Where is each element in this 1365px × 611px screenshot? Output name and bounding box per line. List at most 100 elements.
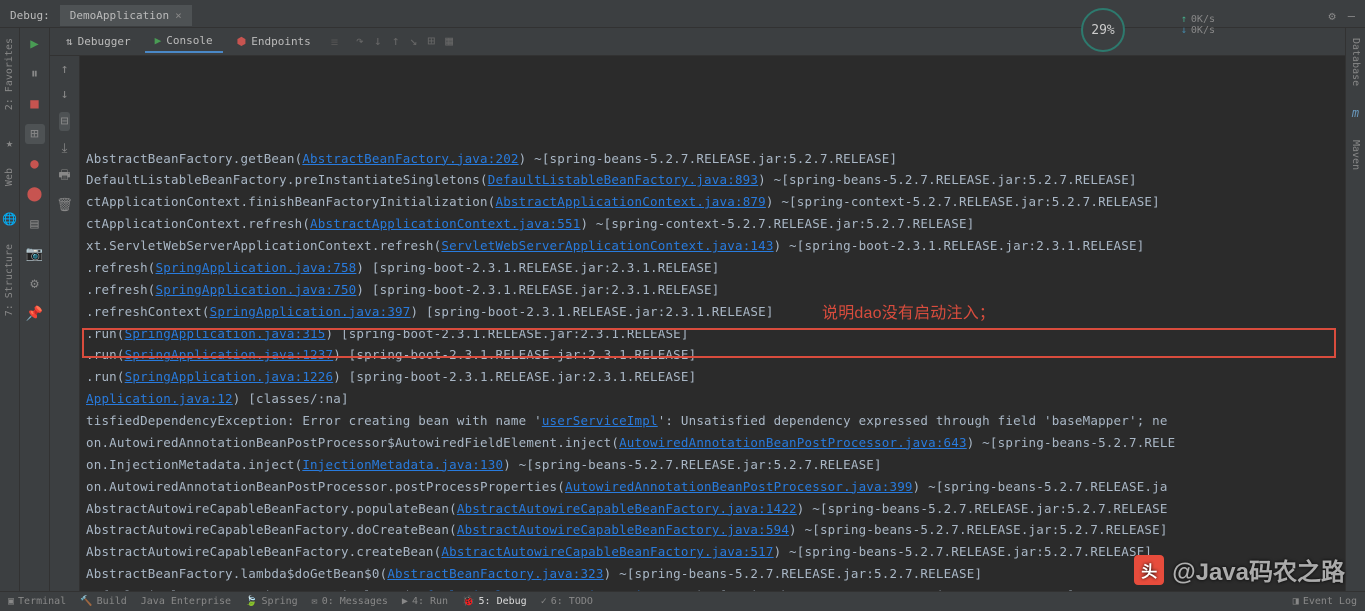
hide-icon[interactable]: — <box>1348 9 1355 23</box>
rerun-icon[interactable]: ▶ <box>25 34 45 54</box>
right-tool-strip: Database m Maven <box>1345 28 1365 595</box>
debug-label: Debug: <box>0 9 60 22</box>
source-link[interactable]: AbstractBeanFactory.java:202 <box>302 151 518 166</box>
star-icon[interactable]: ★ <box>6 136 13 150</box>
close-icon[interactable]: × <box>175 9 182 22</box>
todo-tool[interactable]: ✓ 6: TODO <box>541 596 593 607</box>
source-link[interactable]: SpringApplication.java:1226 <box>125 369 334 384</box>
down-stack-icon[interactable]: ↓ <box>61 87 69 102</box>
gear-icon[interactable]: ⚙ <box>1329 9 1336 23</box>
maven-icon[interactable]: m <box>1352 106 1359 120</box>
stack-trace-line: tisfiedDependencyException: Error creati… <box>86 410 1339 432</box>
soft-wrap-icon[interactable]: ⊟ <box>59 112 71 131</box>
status-bar: ▣ Terminal 🔨 Build Java Enterprise 🍃 Spr… <box>0 591 1365 611</box>
pause-icon[interactable]: ⏸ <box>25 64 45 84</box>
step-into-icon[interactable]: ↓ <box>374 34 382 49</box>
stack-trace-line: ctApplicationContext.refresh(AbstractApp… <box>86 213 1339 235</box>
run-config-tab[interactable]: DemoApplication × <box>60 5 192 26</box>
globe-icon[interactable]: 🌐 <box>2 212 17 226</box>
stack-trace-line: on.InjectionMetadata.inject(InjectionMet… <box>86 454 1339 476</box>
messages-tool[interactable]: ✉ 0: Messages <box>312 596 388 607</box>
source-link[interactable]: Application.java:12 <box>86 391 233 406</box>
stack-trace-line: .refresh(SpringApplication.java:758) [sp… <box>86 257 1339 279</box>
source-link[interactable]: ServletWebServerApplicationContext.java:… <box>441 238 773 253</box>
source-link[interactable]: AbstractAutowireCapableBeanFactory.java:… <box>457 522 789 537</box>
source-link[interactable]: AbstractApplicationContext.java:879 <box>495 194 765 209</box>
source-link[interactable]: AbstractAutowireCapableBeanFactory.java:… <box>441 544 773 559</box>
stack-trace-line: AbstractAutowireCapableBeanFactory.creat… <box>86 541 1339 563</box>
source-link[interactable]: AbstractAutowireCapableBeanFactory.java:… <box>457 501 797 516</box>
event-log-tool[interactable]: ◨ Event Log <box>1293 596 1357 607</box>
stack-trace-line: on.AutowiredAnnotationBeanPostProcessor$… <box>86 432 1339 454</box>
print-icon[interactable]: 🖶 <box>58 166 70 188</box>
source-link[interactable]: InjectionMetadata.java:130 <box>302 457 503 472</box>
step-out-icon[interactable]: ↑ <box>392 34 400 49</box>
layout-icon[interactable]: ▤ <box>25 214 45 234</box>
source-link[interactable]: DefaultListableBeanFactory.java:893 <box>488 172 758 187</box>
clear-icon[interactable]: 🗑 <box>56 198 73 213</box>
endpoints-icon: ⬢ <box>237 35 247 48</box>
stack-trace-line: .run(SpringApplication.java:315) [spring… <box>86 323 1339 345</box>
debug-tab-bar: Debug: DemoApplication × ⚙ — <box>0 4 1365 28</box>
divider: ≡ <box>331 35 338 49</box>
source-link[interactable]: AutowiredAnnotationBeanPostProcessor.jav… <box>619 435 967 450</box>
stack-trace-line: AbstractAutowireCapableBeanFactory.popul… <box>86 498 1339 520</box>
spring-tool[interactable]: 🍃 Spring <box>245 596 298 607</box>
web-tool[interactable]: Web <box>4 168 15 186</box>
stack-trace-line: .refreshContext(SpringApplication.java:3… <box>86 301 1339 323</box>
mute-breakpoints-icon[interactable]: ● <box>25 154 45 174</box>
view-breakpoints-icon[interactable]: ⊞ <box>25 124 45 144</box>
stack-trace-line: DefaultListableBeanFactory.preInstantiat… <box>86 169 1339 191</box>
step-over-icon[interactable]: ↷ <box>356 34 364 49</box>
stack-trace-line: .run(SpringApplication.java:1226) [sprin… <box>86 366 1339 388</box>
tab-endpoints[interactable]: ⬢ Endpoints <box>227 31 321 52</box>
maven-tool[interactable]: Maven <box>1350 140 1361 170</box>
source-link[interactable]: SpringApplication.java:397 <box>210 304 411 319</box>
up-stack-icon[interactable]: ↑ <box>61 62 69 77</box>
source-link[interactable]: SpringApplication.java:750 <box>156 282 357 297</box>
network-stats: ↑0K/s ↓0K/s <box>1181 14 1215 36</box>
run-to-cursor-icon[interactable]: ↘ <box>410 34 418 49</box>
stop-icon[interactable]: ■ <box>25 94 45 114</box>
stack-trace-line: Application.java:12) [classes/:na] <box>86 388 1339 410</box>
tab-debugger[interactable]: ⇅ Debugger <box>56 31 141 52</box>
console-output[interactable]: 说明dao没有启动注入； AbstractBeanFactory.getBean… <box>80 56 1345 595</box>
stack-trace-line: .refresh(SpringApplication.java:750) [sp… <box>86 279 1339 301</box>
source-link[interactable]: SpringApplication.java:758 <box>156 260 357 275</box>
tab-console[interactable]: ▶ Console <box>145 30 223 53</box>
run-tool[interactable]: ▶ 4: Run <box>402 596 448 607</box>
settings-icon[interactable]: ⚙ <box>25 274 45 294</box>
source-link[interactable]: AutowiredAnnotationBeanPostProcessor.jav… <box>565 479 913 494</box>
database-tool[interactable]: Database <box>1350 38 1361 86</box>
console-icon: ▶ <box>155 34 162 47</box>
stack-trace-line: on.AutowiredAnnotationBeanPostProcessor.… <box>86 476 1339 498</box>
pin-icon[interactable]: 📌 <box>25 304 45 324</box>
source-link[interactable]: SpringApplication.java:1237 <box>125 347 334 362</box>
scroll-end-icon[interactable]: ⤓ <box>62 141 68 156</box>
stack-trace-line: xt.ServletWebServerApplicationContext.re… <box>86 235 1339 257</box>
memory-gauge[interactable]: 29% <box>1081 8 1125 52</box>
step-controls: ↷ ↓ ↑ ↘ ⊞ ▦ <box>356 34 453 49</box>
download-icon: ↓ <box>1181 25 1187 36</box>
java-ent-tool[interactable]: Java Enterprise <box>141 596 231 607</box>
source-link[interactable]: SpringApplication.java:315 <box>125 326 326 341</box>
camera-icon[interactable]: 📷 <box>25 244 45 264</box>
left-tool-strip: 2: Favorites ★ Web 🌐 7: Structure <box>0 28 20 595</box>
breakpoint-icon[interactable]: ⬤ <box>25 184 45 204</box>
structure-tool[interactable]: 7: Structure <box>4 244 15 316</box>
stack-trace-line: ctApplicationContext.finishBeanFactoryIn… <box>86 191 1339 213</box>
stack-trace-line: AbstractBeanFactory.lambda$doGetBean$0(A… <box>86 563 1339 585</box>
stack-trace-line: AbstractBeanFactory.getBean(AbstractBean… <box>86 148 1339 170</box>
console-toolbar: ↑ ↓ ⊟ ⤓ 🖶 🗑 <box>50 56 80 595</box>
evaluate-icon[interactable]: ⊞ <box>427 34 435 49</box>
debug-sub-tabs: ⇅ Debugger ▶ Console ⬢ Endpoints ≡ ↷ ↓ ↑… <box>50 28 1345 56</box>
frames-icon[interactable]: ▦ <box>445 34 453 49</box>
favorites-tool[interactable]: 2: Favorites <box>4 38 15 110</box>
source-link[interactable]: AbstractApplicationContext.java:551 <box>310 216 580 231</box>
source-link[interactable]: userServiceImpl <box>542 413 658 428</box>
upload-icon: ↑ <box>1181 14 1187 25</box>
source-link[interactable]: AbstractBeanFactory.java:323 <box>387 566 603 581</box>
build-tool[interactable]: 🔨 Build <box>80 596 127 607</box>
terminal-tool[interactable]: ▣ Terminal <box>8 596 66 607</box>
debug-tool[interactable]: 🐞 5: Debug <box>462 596 527 607</box>
